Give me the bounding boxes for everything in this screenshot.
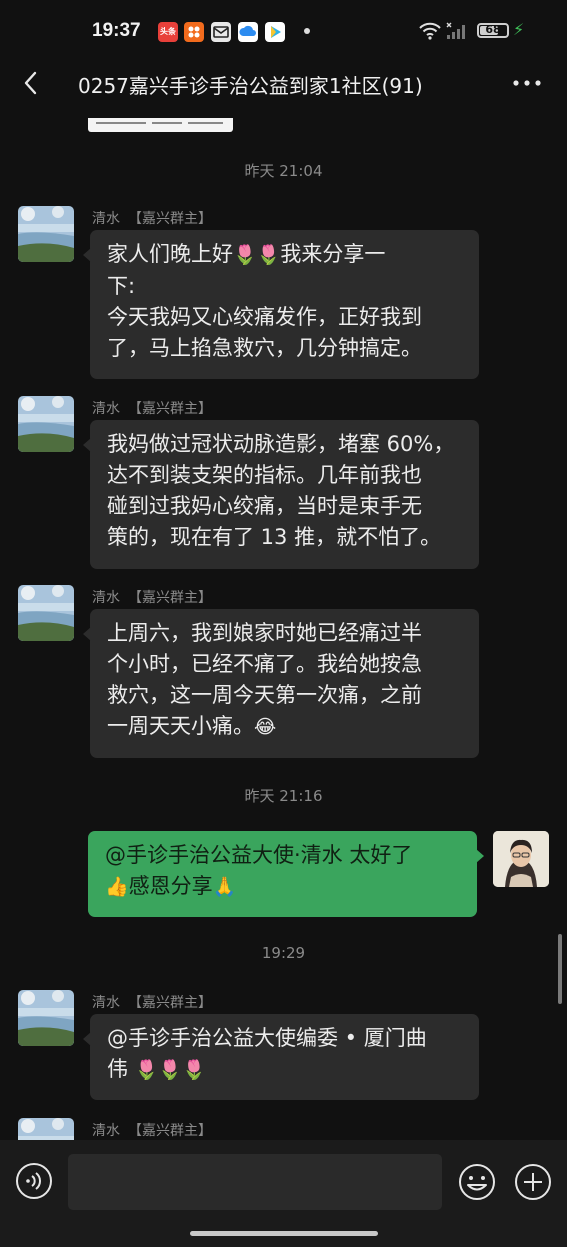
message-line: 👍感恩分享🙏 [105,871,465,903]
message-text: 感恩分享 [128,874,213,898]
plus-icon[interactable] [513,1162,553,1202]
timestamp: 昨天 21:16 [244,787,323,805]
message-line: 个小时，已经不痛了。我给她按急 [107,652,422,676]
chat-title: 0257嘉兴手诊手治公益到家1社区(91) [78,74,423,98]
app-grid-icon [184,22,204,42]
voice-input-icon[interactable] [15,1162,53,1200]
message-line: 下: [107,274,136,298]
avatar[interactable] [18,990,74,1046]
toutiao-icon: 头条 [158,22,178,42]
tulip-emoji: 🌷 [158,1059,183,1081]
cellular-signal-icon [446,22,470,44]
wifi-icon [418,22,442,44]
tulip-emoji: 🌷 [134,1059,159,1081]
message-line: 家人们晚上好🌷🌷我来分享一 [107,239,467,271]
avatar[interactable] [18,396,74,452]
more-dots-icon[interactable] [510,68,544,98]
emoji-icon[interactable] [457,1162,497,1202]
avatar[interactable] [18,585,74,641]
message-line: 策的，现在有了 13 推，就不怕了。 [107,525,442,549]
sender-name: 清水 【嘉兴群主】 [92,587,212,607]
message-text: 家人们晚上好 [107,242,233,266]
message-line: 上周六，我到娘家时她已经痛过半 [107,621,422,645]
truncated-image-message[interactable] [88,118,233,132]
play-app-icon [265,22,285,42]
chat-header: 0257嘉兴手诊手治公益到家1社区(91) [0,62,567,106]
sender-nickname: 清水 [92,995,120,1011]
cloud-app-icon [238,22,258,42]
home-indicator[interactable] [190,1231,378,1236]
message-bubble[interactable]: 家人们晚上好🌷🌷我来分享一 下: 今天我妈又心绞痛发作，正好我到 了，马上掐急救… [83,230,479,379]
tulip-emoji: 🌷 [233,244,257,266]
message-line: 伟 🌷🌷🌷 [107,1054,467,1086]
sender-nickname: 清水 [92,401,120,417]
tulip-emoji: 🌷 [256,244,281,266]
sender-nickname: 清水 [92,590,120,606]
timestamp: 19:29 [261,944,306,962]
sender-role: 【嘉兴群主】 [128,401,212,417]
sender-name: 清水 【嘉兴群主】 [92,1120,212,1140]
message-line: 一周天天小痛。😂 [107,711,467,743]
status-bar: 19:37 头条 68 ⚡ [0,0,567,62]
my-avatar[interactable] [493,831,549,887]
sender-role: 【嘉兴群主】 [128,1123,212,1139]
message-line: 了，马上掐急救穴，几分钟搞定。 [107,336,422,360]
sender-role: 【嘉兴群主】 [128,995,212,1011]
message-line: 救穴，这一周今天第一次痛，之前 [107,683,422,707]
message-bubble[interactable]: 上周六，我到娘家时她已经痛过半 个小时，已经不痛了。我给她按急 救穴，这一周今天… [83,609,479,758]
sender-nickname: 清水 [92,1123,120,1139]
message-line: 我妈做过冠状动脉造影，堵塞 60%， [107,432,455,456]
message-text: 一周天天小痛。 [107,714,254,738]
message-line: 碰到过我妈心绞痛，当时是束手无 [107,494,422,518]
avatar[interactable] [18,1118,74,1140]
sender-name: 清水 【嘉兴群主】 [92,398,212,418]
my-message-bubble[interactable]: @手诊手治公益大使·清水 太好了 👍感恩分享🙏 [88,831,484,917]
input-bar [0,1140,567,1247]
sender-role: 【嘉兴群主】 [128,590,212,606]
message-bubble[interactable]: 我妈做过冠状动脉造影，堵塞 60%， 达不到装支架的指标。几年前我也 碰到过我妈… [83,420,479,569]
thumbs-up-emoji: 👍 [105,876,129,898]
mail-icon [211,22,231,42]
message-text: 伟 [107,1057,128,1081]
message-input[interactable] [68,1154,442,1210]
chevron-left-icon[interactable] [18,68,48,98]
scrollbar[interactable] [558,934,562,1004]
pray-emoji: 🙏 [212,876,237,898]
message-line: @手诊手治公益大使·清水 太好了 [105,843,413,867]
battery-percentage: 68 [485,23,501,36]
sender-role: 【嘉兴群主】 [128,211,212,227]
laugh-cry-emoji: 😂 [254,716,277,738]
tulip-emoji: 🌷 [182,1059,206,1081]
notification-dot [304,28,310,34]
message-line: 达不到装支架的指标。几年前我也 [107,463,422,487]
message-bubble[interactable]: @手诊手治公益大使编委 • 厦门曲 伟 🌷🌷🌷 [83,1014,479,1100]
message-line: @手诊手治公益大使编委 • 厦门曲 [107,1026,427,1050]
timestamp: 昨天 21:04 [244,162,323,180]
avatar[interactable] [18,206,74,262]
message-text: 我来分享一 [280,242,386,266]
sender-name: 清水 【嘉兴群主】 [92,208,212,228]
message-line: 今天我妈又心绞痛发作，正好我到 [107,305,422,329]
battery-icon: 68 [477,23,509,38]
status-time: 19:37 [92,20,141,41]
message-list[interactable]: 昨天 21:04 清水 【嘉兴群主】 家人们晚上好🌷🌷我来分享一 下: 今天我妈又… [0,106,567,1140]
sender-nickname: 清水 [92,211,120,227]
charging-bolt-icon: ⚡ [513,20,525,39]
sender-name: 清水 【嘉兴群主】 [92,992,212,1012]
